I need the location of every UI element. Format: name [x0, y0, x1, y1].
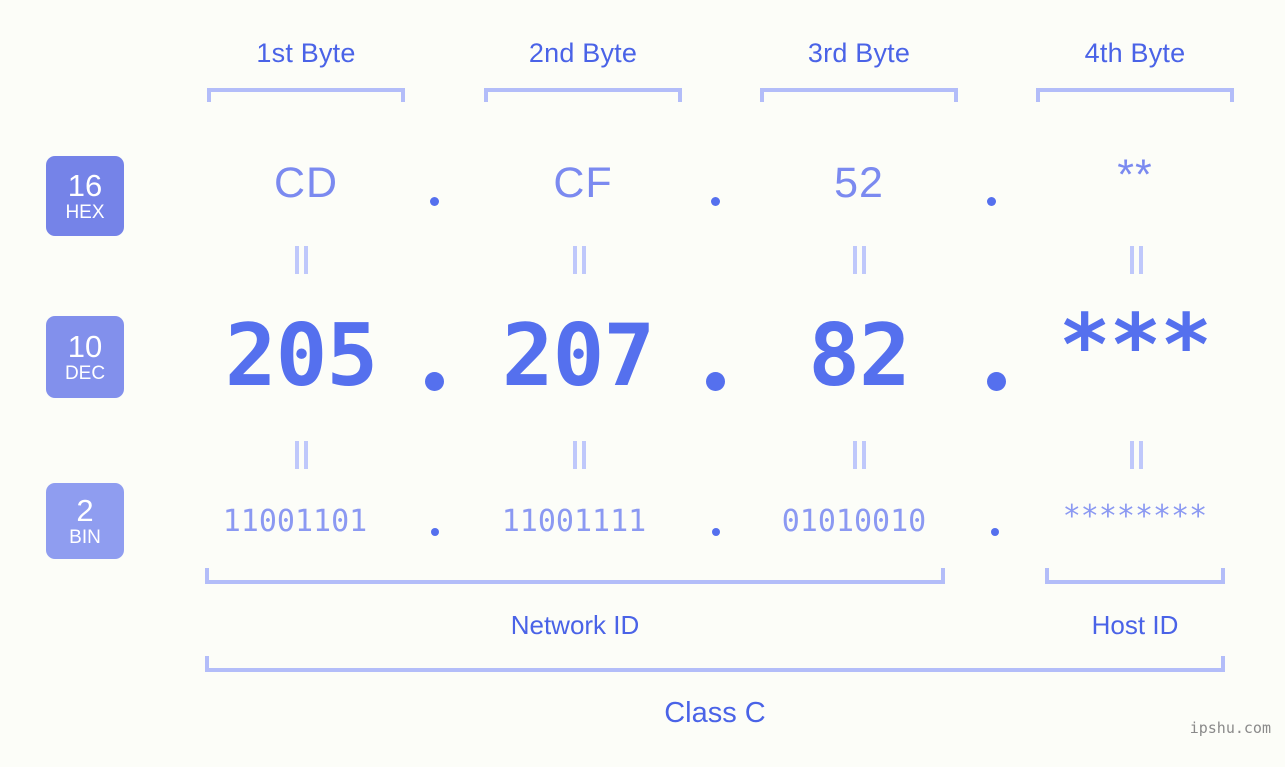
hex-byte-1: CD	[273, 159, 339, 207]
byte-header-label-4: 4th Byte	[1084, 38, 1186, 68]
equals-mark-dec-bin-2	[570, 441, 588, 469]
byte-header-label-3: 3rd Byte	[807, 38, 911, 68]
radix-badge-hex-name: HEX	[65, 201, 105, 223]
class-bracket	[205, 656, 1225, 672]
radix-badge-hex-number: 16	[67, 167, 103, 203]
byte-header-label-2: 2nd Byte	[528, 38, 638, 68]
dec-byte-1: 205	[224, 306, 378, 406]
dec-byte-4: ***	[1058, 296, 1212, 396]
dec-separator-dot-2	[706, 372, 725, 391]
hex-separator-dot-3	[987, 197, 996, 206]
bin-separator-dot-2	[712, 528, 720, 536]
watermark: ipshu.com	[1189, 719, 1271, 737]
byte-header-label-1: 1st Byte	[256, 38, 356, 68]
hex-separator-dot-1	[430, 197, 439, 206]
byte-header-bracket-3	[760, 88, 958, 102]
bin-separator-dot-3	[991, 528, 999, 536]
dec-separator-dot-1	[425, 372, 444, 391]
radix-badge-dec-number: 10	[67, 328, 103, 364]
bin-byte-1: 11001101	[222, 504, 368, 539]
radix-badge-hex: 16 HEX	[46, 156, 124, 236]
class-label: Class C	[664, 697, 766, 729]
byte-header-bracket-1	[207, 88, 405, 102]
dec-separator-dot-3	[987, 372, 1006, 391]
bin-byte-4: ********	[1062, 499, 1208, 534]
radix-badge-bin: 2 BIN	[46, 483, 124, 559]
hex-byte-4: **	[1117, 151, 1153, 199]
equals-mark-dec-bin-4	[1127, 441, 1145, 469]
equals-mark-hex-dec-3	[850, 246, 868, 274]
hex-byte-3: 52	[834, 159, 884, 207]
byte-header-bracket-2	[484, 88, 682, 102]
dec-byte-2: 207	[501, 306, 655, 406]
equals-mark-hex-dec-4	[1127, 246, 1145, 274]
radix-badge-dec-name: DEC	[64, 362, 106, 384]
bin-separator-dot-1	[431, 528, 439, 536]
bin-byte-3: 01010010	[781, 504, 927, 539]
hex-separator-dot-2	[711, 197, 720, 206]
dec-byte-3: 82	[808, 306, 911, 406]
hex-byte-2: CF	[553, 159, 613, 207]
equals-mark-hex-dec-2	[570, 246, 588, 274]
host-id-bracket	[1045, 568, 1225, 584]
bin-byte-2: 11001111	[501, 504, 647, 539]
radix-badge-bin-number: 2	[76, 492, 94, 528]
host-id-label: Host ID	[1091, 610, 1179, 640]
network-id-bracket	[205, 568, 945, 584]
ip-address-breakdown-diagram: 1st Byte 2nd Byte 3rd Byte 4th Byte 16 H…	[0, 0, 1285, 767]
equals-mark-hex-dec-1	[292, 246, 310, 274]
equals-mark-dec-bin-1	[292, 441, 310, 469]
network-id-label: Network ID	[510, 610, 640, 640]
radix-badge-bin-name: BIN	[69, 526, 101, 548]
equals-mark-dec-bin-3	[850, 441, 868, 469]
byte-header-bracket-4	[1036, 88, 1234, 102]
radix-badge-dec: 10 DEC	[46, 316, 124, 398]
